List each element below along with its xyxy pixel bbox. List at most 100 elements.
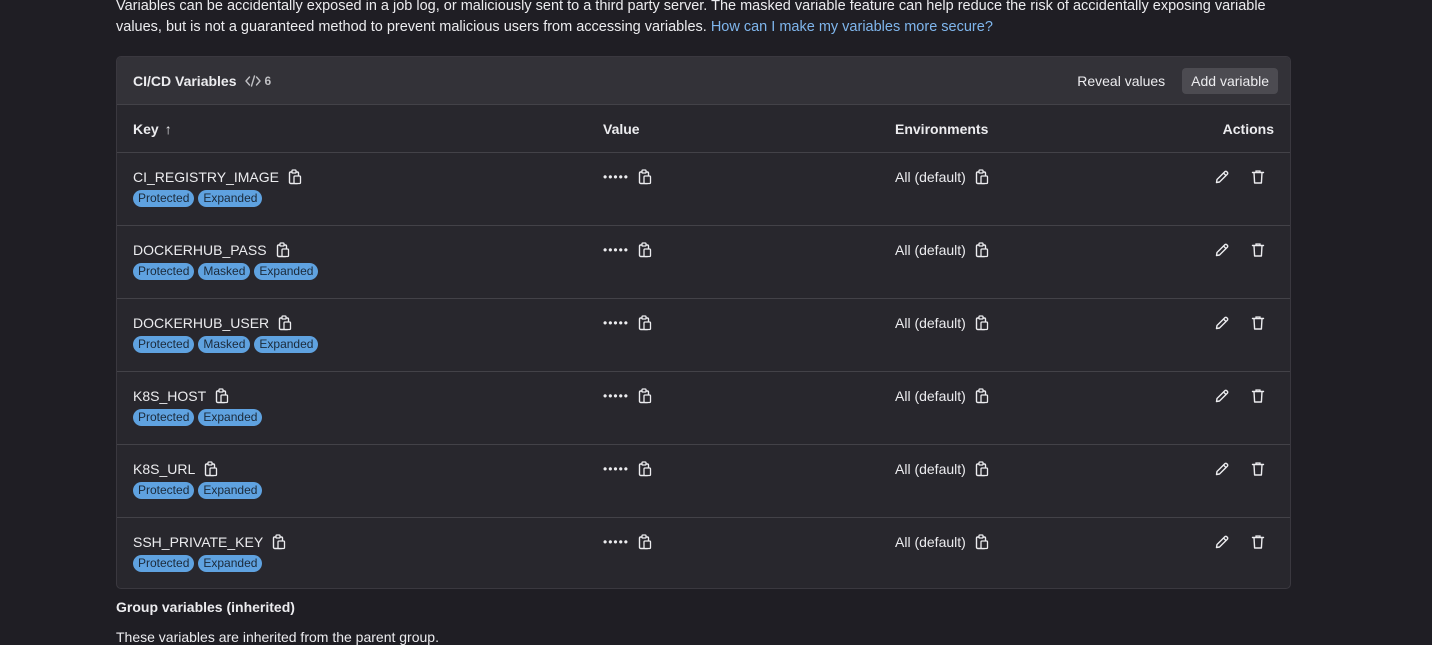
- environment-cell: All (default): [895, 240, 1175, 260]
- actions-cell: [1175, 459, 1290, 479]
- add-variable-button[interactable]: Add variable: [1182, 67, 1278, 94]
- table-row: K8S_URL Protected Expanded ••••• All (def…: [117, 445, 1290, 518]
- security-notice: Variables can be accidentally exposed in…: [116, 0, 1296, 38]
- security-notice-text: Variables can be accidentally exposed in…: [116, 0, 1266, 35]
- badge-expanded: Expanded: [198, 482, 263, 499]
- copy-icon: [288, 169, 302, 185]
- column-key-header[interactable]: Key ↑: [133, 121, 603, 137]
- edit-variable-button[interactable]: [1214, 532, 1230, 552]
- copy-value-button[interactable]: [638, 242, 652, 258]
- delete-variable-button[interactable]: [1250, 386, 1266, 406]
- copy-value-button[interactable]: [638, 461, 652, 477]
- copy-icon: [975, 169, 988, 185]
- trash-icon: [1250, 242, 1266, 258]
- copy-icon: [975, 461, 988, 477]
- badge-protected: Protected: [133, 263, 195, 280]
- copy-icon: [273, 534, 286, 550]
- ci-cd-variables-card: CI/CD Variables 6 Reveal values Add vari…: [116, 56, 1291, 589]
- column-key-label: Key: [133, 120, 159, 137]
- environment-cell: All (default): [895, 167, 1175, 187]
- value-cell: •••••: [603, 532, 895, 552]
- key-cell: CI_REGISTRY_IMAGE Protected Expanded: [133, 167, 603, 207]
- copy-value-button[interactable]: [638, 169, 652, 185]
- value-cell: •••••: [603, 240, 895, 260]
- trash-icon: [1250, 315, 1266, 331]
- copy-key-button[interactable]: [278, 315, 292, 331]
- copy-environment-button[interactable]: [975, 242, 989, 258]
- table-row: K8S_HOST Protected Expanded ••••• All (de…: [117, 372, 1290, 445]
- copy-icon: [638, 169, 652, 185]
- edit-variable-button[interactable]: [1214, 386, 1230, 406]
- copy-key-button[interactable]: [288, 169, 302, 185]
- delete-variable-button[interactable]: [1250, 167, 1266, 187]
- reveal-values-button[interactable]: Reveal values: [1068, 68, 1174, 94]
- table-header: Key ↑ Value Environments Actions: [117, 105, 1290, 153]
- copy-environment-button[interactable]: [975, 461, 989, 477]
- pencil-icon: [1214, 534, 1230, 550]
- masked-value: •••••: [603, 462, 630, 476]
- edit-variable-button[interactable]: [1214, 167, 1230, 187]
- copy-icon: [975, 388, 988, 404]
- badge-expanded: Expanded: [254, 336, 319, 353]
- badge-expanded: Expanded: [198, 555, 263, 572]
- edit-variable-button[interactable]: [1214, 459, 1230, 479]
- copy-icon: [276, 242, 289, 258]
- column-actions-header: Actions: [1222, 120, 1274, 137]
- delete-variable-button[interactable]: [1250, 313, 1266, 333]
- copy-icon: [638, 534, 652, 550]
- copy-key-button[interactable]: [204, 461, 218, 477]
- actions-cell: [1175, 240, 1290, 260]
- delete-variable-button[interactable]: [1250, 459, 1266, 479]
- environment-cell: All (default): [895, 459, 1175, 479]
- copy-icon: [638, 315, 652, 331]
- copy-value-button[interactable]: [638, 388, 652, 404]
- environment-cell: All (default): [895, 313, 1175, 333]
- environment-scope: All (default): [895, 315, 966, 331]
- pencil-icon: [1214, 169, 1230, 185]
- copy-environment-button[interactable]: [975, 169, 989, 185]
- table-row: DOCKERHUB_PASS Protected Masked Expanded •…: [117, 226, 1290, 299]
- variable-key: CI_REGISTRY_IMAGE: [133, 169, 280, 185]
- badge-masked: Masked: [198, 263, 251, 280]
- card-header: CI/CD Variables 6 Reveal values Add vari…: [117, 57, 1290, 105]
- copy-key-button[interactable]: [272, 534, 286, 550]
- code-icon: [244, 74, 261, 87]
- copy-key-button[interactable]: [276, 242, 290, 258]
- variable-key: SSH_PRIVATE_KEY: [133, 534, 264, 550]
- copy-icon: [278, 315, 292, 331]
- copy-icon: [638, 388, 652, 404]
- masked-value: •••••: [603, 389, 630, 403]
- key-cell: DOCKERHUB_USER Protected Masked Expanded: [133, 313, 603, 353]
- badge-protected: Protected: [133, 555, 195, 572]
- key-cell: DOCKERHUB_PASS Protected Masked Expanded: [133, 240, 603, 280]
- copy-icon: [205, 461, 218, 477]
- edit-variable-button[interactable]: [1214, 313, 1230, 333]
- variable-badges: Protected Expanded: [133, 190, 603, 207]
- badge-protected: Protected: [133, 190, 195, 207]
- table-row: SSH_PRIVATE_KEY Protected Expanded ••••• …: [117, 518, 1290, 588]
- copy-value-button[interactable]: [638, 315, 652, 331]
- edit-variable-button[interactable]: [1214, 240, 1230, 260]
- copy-environment-button[interactable]: [975, 534, 989, 550]
- variable-count: 6: [244, 74, 271, 88]
- variable-key: K8S_HOST: [133, 388, 207, 404]
- copy-environment-button[interactable]: [975, 388, 989, 404]
- masked-value: •••••: [603, 243, 630, 257]
- environment-scope: All (default): [895, 242, 966, 258]
- secure-variables-link[interactable]: How can I make my variables more secure?: [711, 19, 993, 35]
- copy-key-button[interactable]: [215, 388, 229, 404]
- delete-variable-button[interactable]: [1250, 532, 1266, 552]
- card-title: CI/CD Variables: [133, 72, 237, 89]
- pencil-icon: [1214, 461, 1230, 477]
- actions-cell: [1175, 386, 1290, 406]
- pencil-icon: [1214, 315, 1230, 331]
- value-cell: •••••: [603, 459, 895, 479]
- trash-icon: [1250, 461, 1266, 477]
- copy-value-button[interactable]: [638, 534, 652, 550]
- column-value-header: Value: [603, 120, 640, 137]
- copy-icon: [975, 242, 988, 258]
- environment-scope: All (default): [895, 388, 966, 404]
- delete-variable-button[interactable]: [1250, 240, 1266, 260]
- copy-environment-button[interactable]: [975, 315, 989, 331]
- environment-scope: All (default): [895, 169, 966, 185]
